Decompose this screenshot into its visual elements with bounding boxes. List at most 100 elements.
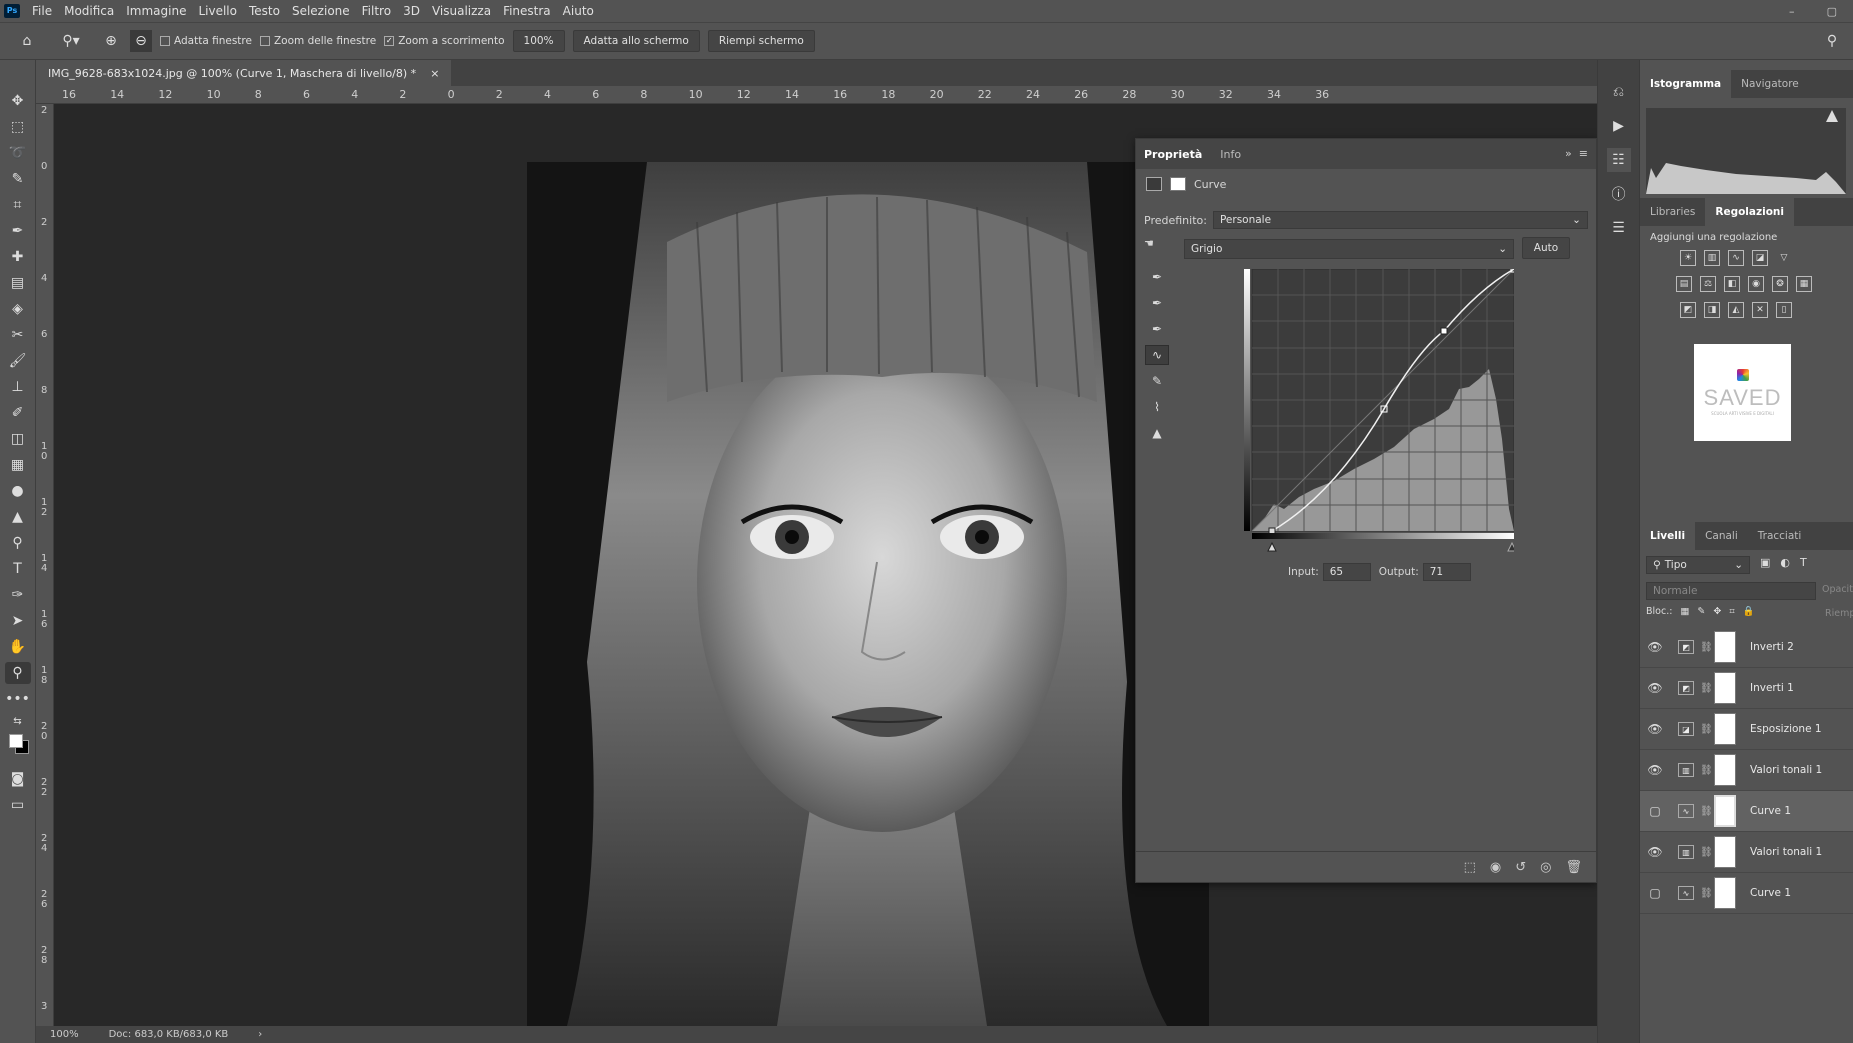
tab-properties[interactable]: Proprietà (1144, 148, 1202, 161)
foreground-background-color[interactable] (5, 732, 31, 758)
lasso-tool-icon[interactable]: ➰ (5, 142, 31, 164)
layer-row-selected[interactable]: ▢ ∿ ⛓ Curve 1 (1640, 791, 1853, 832)
blur-tool-icon[interactable]: ● (5, 480, 31, 502)
properties-icon[interactable]: ☷ (1606, 148, 1631, 172)
checkbox-icon[interactable] (160, 36, 170, 46)
link-icon[interactable]: ⛓ (1700, 683, 1713, 694)
info-icon[interactable]: ⓘ (1607, 182, 1631, 206)
hue-saturation-icon[interactable]: ▤ (1676, 276, 1692, 292)
photo-filter-icon[interactable]: ◉ (1748, 276, 1764, 292)
smooth-curve-icon[interactable]: ⌇ (1145, 397, 1169, 417)
menu-selezione[interactable]: Selezione (286, 4, 356, 18)
layer-row[interactable]: 👁 ◩ ⛓ Inverti 1 (1640, 668, 1853, 709)
tab-paths[interactable]: Tracciati (1748, 522, 1812, 550)
preset-dropdown[interactable]: Personale ⌄ (1212, 211, 1588, 229)
panel-menu-icon[interactable]: » ≡ (1565, 147, 1588, 160)
brush-tool-icon[interactable]: 🖌 (5, 350, 31, 372)
lock-position-icon[interactable]: ✥ (1713, 606, 1721, 617)
levels-icon[interactable]: ▥ (1704, 250, 1720, 266)
type-tool-icon[interactable]: T (5, 558, 31, 580)
home-icon[interactable]: ⌂ (16, 30, 38, 52)
zoom-in-icon[interactable]: ⊕ (100, 30, 122, 52)
layer-mask-thumbnail[interactable] (1714, 877, 1736, 909)
pencil-curve-icon[interactable]: ✎ (1145, 371, 1169, 391)
layer-mask-thumbnail[interactable] (1714, 631, 1736, 663)
fit-windows-checkbox[interactable]: Adatta finestre (160, 35, 252, 47)
gradient-map-icon[interactable]: ▯ (1776, 302, 1792, 318)
menu-3d[interactable]: 3D (397, 4, 426, 18)
layer-row[interactable]: 👁 ◪ ⛓ Esposizione 1 (1640, 709, 1853, 750)
lock-transparent-icon[interactable]: ▦ (1680, 606, 1689, 617)
exposure-icon[interactable]: ◪ (1752, 250, 1768, 266)
black-point-eyedropper-icon[interactable]: ✒ (1145, 267, 1169, 287)
more-tools-icon[interactable]: ••• (5, 688, 31, 710)
tab-adjustments[interactable]: Regolazioni (1705, 198, 1794, 226)
zoom-tool-icon[interactable]: ⚲ (4, 662, 31, 684)
eye-icon[interactable]: 👁 (1640, 763, 1670, 777)
layer-name[interactable]: Valori tonali 1 (1750, 846, 1822, 858)
link-icon[interactable]: ⛓ (1700, 765, 1713, 776)
zoom-value-field[interactable]: 100% (512, 30, 565, 52)
eye-icon[interactable]: 👁 (1640, 722, 1670, 736)
path-selection-tool-icon[interactable]: ➤ (5, 610, 31, 632)
fit-screen-button[interactable]: Adatta allo schermo (572, 30, 700, 52)
close-icon[interactable]: × (430, 67, 439, 80)
link-icon[interactable]: ⛓ (1700, 642, 1713, 653)
zoom-out-icon[interactable]: ⊖ (130, 30, 152, 52)
eye-icon[interactable]: 👁 (1640, 681, 1670, 695)
on-image-adjust-icon[interactable]: ☚ (1144, 237, 1154, 250)
layer-row[interactable]: ▢ ∿ ⛓ Curve 1 (1640, 873, 1853, 914)
crop-tool-icon[interactable]: ⌗ (5, 194, 31, 216)
menu-testo[interactable]: Testo (243, 4, 286, 18)
clip-to-layer-icon[interactable]: ⬚ (1464, 860, 1476, 875)
history-brush-tool-icon[interactable]: ✐ (5, 402, 31, 424)
menu-modifica[interactable]: Modifica (58, 4, 120, 18)
channel-mixer-icon[interactable]: ❂ (1772, 276, 1788, 292)
layer-mask-thumbnail[interactable] (1714, 713, 1736, 745)
eyedropper-tool-icon[interactable]: ✒ (5, 220, 31, 242)
link-icon[interactable]: ⛓ (1700, 888, 1713, 899)
layer-mask-thumbnail[interactable] (1714, 672, 1736, 704)
color-balance-icon[interactable]: ⚖ (1700, 276, 1716, 292)
filter-type-icon[interactable]: T (1800, 556, 1807, 569)
lock-pixels-icon[interactable]: ✎ (1697, 606, 1705, 617)
layer-row[interactable]: 👁 ◩ ⛓ Inverti 2 (1640, 627, 1853, 668)
clone-stamp-tool-icon[interactable]: ⊥ (5, 376, 31, 398)
dodge-tool-icon[interactable]: ⚲ (5, 532, 31, 554)
chevron-right-icon[interactable]: › (258, 1029, 262, 1040)
layer-filter-dropdown[interactable]: ⚲ Tipo ⌄ (1646, 556, 1750, 574)
visibility-toggle-off[interactable]: ▢ (1640, 804, 1670, 818)
search-icon[interactable]: ⚲ (1821, 30, 1843, 52)
scrubby-zoom-checkbox[interactable]: ✓ Zoom a scorrimento (384, 35, 505, 47)
link-icon[interactable]: ⛓ (1700, 847, 1713, 858)
marquee-tool-icon[interactable]: ⬚ (5, 116, 31, 138)
eraser-tool-icon[interactable]: ◫ (5, 428, 31, 450)
menu-aiuto[interactable]: Aiuto (557, 4, 600, 18)
menu-filtro[interactable]: Filtro (356, 4, 397, 18)
layer-name[interactable]: Curve 1 (1750, 805, 1791, 817)
tab-info[interactable]: Info (1220, 148, 1241, 161)
minimize-icon[interactable]: – (1789, 5, 1795, 18)
layer-mask-thumbnail[interactable] (1714, 795, 1736, 827)
gray-point-eyedropper-icon[interactable]: ✒ (1145, 293, 1169, 313)
curves-adjustment-icon[interactable] (1146, 177, 1162, 191)
output-field[interactable]: 71 (1422, 563, 1471, 581)
pen-tool-icon[interactable]: ✑ (5, 584, 31, 606)
layer-name[interactable]: Curve 1 (1750, 887, 1791, 899)
white-point-eyedropper-icon[interactable]: ✒ (1145, 319, 1169, 339)
screen-mode-icon[interactable]: ▭ (5, 794, 31, 816)
filter-pixel-icon[interactable]: ▣ (1760, 556, 1770, 569)
vibrance-icon[interactable]: ▽ (1776, 250, 1792, 266)
zoom-tool-preset-icon[interactable]: ⚲▾ (60, 30, 82, 52)
lock-artboard-icon[interactable]: ⌗ (1729, 606, 1734, 617)
link-icon[interactable]: ⛓ (1700, 724, 1713, 735)
red-eye-tool-icon[interactable]: ✂ (5, 324, 31, 346)
layer-mask-icon[interactable] (1170, 177, 1186, 191)
tab-layers[interactable]: Livelli (1640, 522, 1696, 550)
layer-name[interactable]: Esposizione 1 (1750, 723, 1822, 735)
menu-file[interactable]: File (26, 4, 58, 18)
delete-adjustment-icon[interactable]: 🗑 (1565, 860, 1582, 875)
checkbox-checked-icon[interactable]: ✓ (384, 36, 395, 46)
menu-immagine[interactable]: Immagine (120, 4, 192, 18)
layer-row[interactable]: 👁 ▥ ⛓ Valori tonali 1 (1640, 832, 1853, 873)
